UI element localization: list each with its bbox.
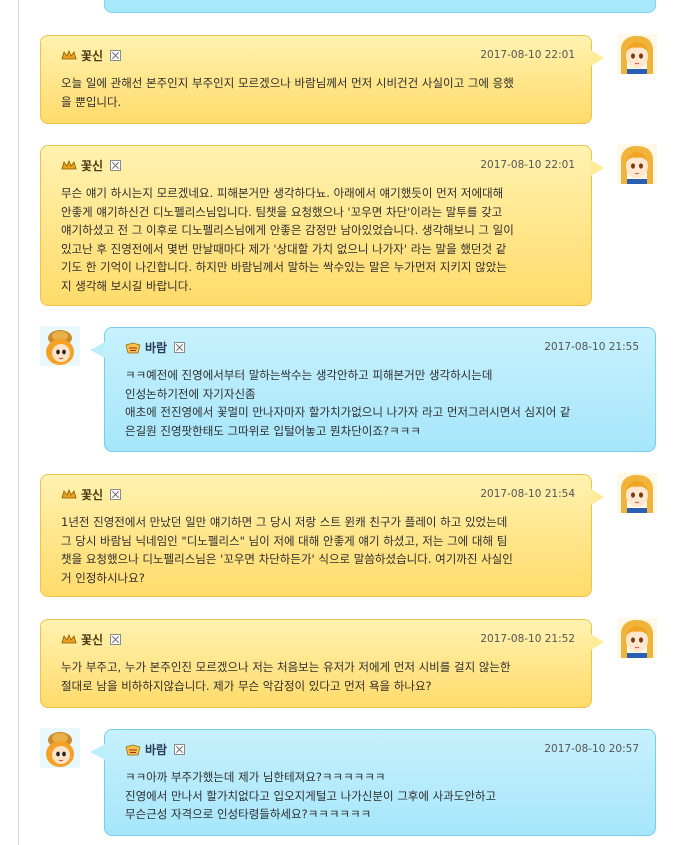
delete-button[interactable]	[174, 743, 186, 755]
avatar[interactable]	[40, 326, 80, 366]
message-text: 1년전 진영전에서 만났던 일만 얘기하면 그 당시 저랑 스트 윈캐 친구가 …	[61, 515, 513, 585]
timestamp: 2017-08-10 20:57	[544, 743, 639, 755]
message-bubble: 꽃신 2017-08-10 22:01 오늘 일에 관해선 본주인지 부주인지 …	[40, 35, 604, 124]
avatar[interactable]	[617, 618, 657, 658]
message-header: 꽃신 2017-08-10 22:01	[61, 154, 575, 176]
message-text: ㅋㅋ아까 부주가했는데 제가 님한테져요?ㅋㅋㅋㅋㅋㅋ 진영에서 만나서 할가치…	[125, 770, 497, 821]
message-header: 꽃신 2017-08-10 21:54	[61, 483, 575, 505]
message-bubble: 꽃신 2017-08-10 22:01 무슨 얘기 하시는지 모르겠네요. 피해…	[40, 145, 604, 306]
delete-button[interactable]	[110, 159, 122, 171]
rank-badge-icon	[125, 744, 141, 756]
author-name[interactable]: 바람	[145, 339, 167, 356]
message-text: 무슨 얘기 하시는지 모르겠네요. 피해본거만 생각하다뇨. 아래에서 얘기했듯…	[61, 186, 514, 293]
previous-message-bubble	[104, 0, 656, 13]
rank-badge-icon	[125, 342, 141, 354]
rank-badge-icon	[61, 50, 77, 60]
rank-badge-icon	[61, 160, 77, 170]
message-bubble: 바람 2017-08-10 21:55 ㅋㅋ예전에 진영에서부터 말하는싹수는 …	[90, 327, 656, 452]
message-text: 누가 부주고, 누가 본주인진 모르겠으나 저는 처음보는 유저가 저에게 먼저…	[61, 660, 511, 693]
delete-button[interactable]	[174, 341, 186, 353]
message-header: 꽃신 2017-08-10 21:52	[61, 628, 575, 650]
message-text: 오늘 일에 관해선 본주인지 부주인지 모르겠으나 바람님께서 먼저 시비건건 …	[61, 76, 514, 109]
message-header: 바람 2017-08-10 20:57	[125, 738, 639, 760]
timestamp: 2017-08-10 22:01	[480, 49, 575, 61]
rank-badge-icon	[61, 489, 77, 499]
message-header: 바람 2017-08-10 21:55	[125, 336, 639, 358]
author-name[interactable]: 꽃신	[81, 631, 103, 648]
author-name[interactable]: 꽃신	[81, 157, 103, 174]
author-name[interactable]: 꽃신	[81, 486, 103, 503]
timestamp: 2017-08-10 21:55	[544, 341, 639, 353]
delete-button[interactable]	[110, 49, 122, 61]
avatar[interactable]	[617, 473, 657, 513]
message-bubble: 바람 2017-08-10 20:57 ㅋㅋ아까 부주가했는데 제가 님한테져요…	[90, 729, 656, 836]
message-bubble: 꽃신 2017-08-10 21:54 1년전 진영전에서 만났던 일만 얘기하…	[40, 474, 604, 597]
delete-button[interactable]	[110, 633, 122, 645]
author-name[interactable]: 바람	[145, 741, 167, 758]
timestamp: 2017-08-10 21:54	[480, 488, 575, 500]
author-name[interactable]: 꽃신	[81, 47, 103, 64]
avatar[interactable]	[617, 144, 657, 184]
message-header: 꽃신 2017-08-10 22:01	[61, 44, 575, 66]
timestamp: 2017-08-10 21:52	[480, 633, 575, 645]
page-border	[18, 0, 19, 845]
message-text: ㅋㅋ예전에 진영에서부터 말하는싹수는 생각안하고 피해본거만 생각하시는데 인…	[125, 368, 571, 438]
timestamp: 2017-08-10 22:01	[480, 159, 575, 171]
avatar[interactable]	[40, 728, 80, 768]
rank-badge-icon	[61, 634, 77, 644]
message-bubble: 꽃신 2017-08-10 21:52 누가 부주고, 누가 본주인진 모르겠으…	[40, 619, 604, 708]
avatar[interactable]	[617, 34, 657, 74]
delete-button[interactable]	[110, 488, 122, 500]
